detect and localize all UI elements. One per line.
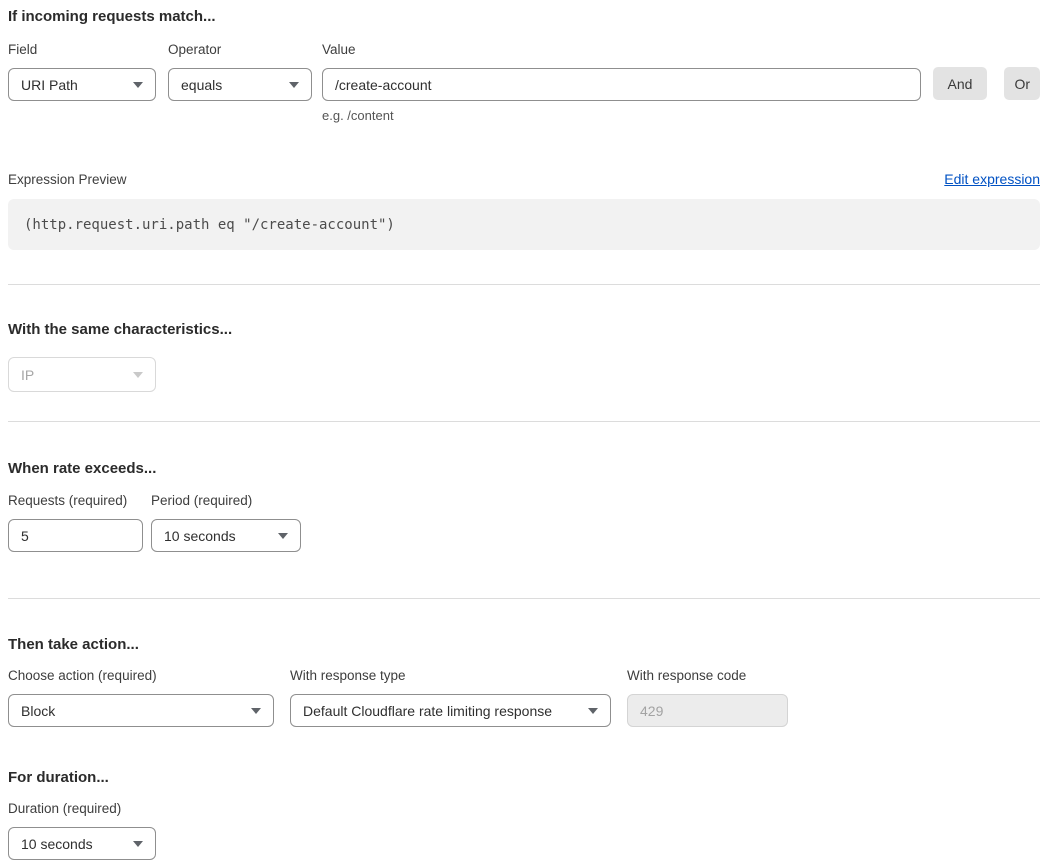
chevron-down-icon (251, 708, 261, 714)
expression-preview-code: (http.request.uri.path eq "/create-accou… (8, 199, 1040, 250)
response-type-label: With response type (290, 668, 611, 683)
section-divider (8, 421, 1040, 422)
duration-section: For duration... Duration (required) 10 s… (8, 769, 1040, 860)
value-hint: e.g. /content (322, 108, 921, 123)
period-select-value: 10 seconds (164, 528, 236, 544)
action-label: Choose action (required) (8, 668, 274, 683)
response-type-select-value: Default Cloudflare rate limiting respons… (303, 703, 552, 719)
response-code-input (627, 694, 788, 727)
chevron-down-icon (133, 372, 143, 378)
chevron-down-icon (133, 82, 143, 88)
period-label: Period (required) (151, 493, 301, 508)
period-column: Period (required) 10 seconds (151, 493, 301, 552)
chevron-down-icon (588, 708, 598, 714)
match-criteria-row: Field URI Path Operator equals Value e.g… (8, 42, 1040, 123)
section-divider (8, 284, 1040, 285)
value-column: Value e.g. /content (322, 42, 921, 123)
action-section: Then take action... Choose action (requi… (8, 636, 1040, 727)
operator-select[interactable]: equals (168, 68, 312, 101)
duration-column: Duration (required) 10 seconds (8, 801, 156, 860)
duration-select[interactable]: 10 seconds (8, 827, 156, 860)
chevron-down-icon (133, 841, 143, 847)
expression-preview-header: Expression Preview Edit expression (8, 171, 1040, 187)
and-button[interactable]: And (933, 67, 988, 100)
characteristic-select-value: IP (21, 367, 34, 383)
expression-preview-label: Expression Preview (8, 172, 127, 187)
rate-section: When rate exceeds... Requests (required)… (8, 460, 1040, 552)
match-section: If incoming requests match... Field URI … (8, 8, 1040, 250)
chevron-down-icon (278, 533, 288, 539)
field-label: Field (8, 42, 156, 57)
match-section-title: If incoming requests match... (8, 8, 1040, 25)
response-type-select[interactable]: Default Cloudflare rate limiting respons… (290, 694, 611, 727)
section-divider (8, 598, 1040, 599)
characteristic-select: IP (8, 357, 156, 392)
operator-select-value: equals (181, 77, 222, 93)
operator-label: Operator (168, 42, 312, 57)
value-label: Value (322, 42, 921, 57)
rate-row: Requests (required) Period (required) 10… (8, 493, 1040, 552)
duration-select-value: 10 seconds (21, 836, 93, 852)
edit-expression-link[interactable]: Edit expression (944, 171, 1040, 187)
field-column: Field URI Path (8, 42, 156, 101)
chevron-down-icon (289, 82, 299, 88)
requests-column: Requests (required) (8, 493, 143, 552)
operator-column: Operator equals (168, 42, 312, 101)
field-select-value: URI Path (21, 77, 78, 93)
duration-section-title: For duration... (8, 769, 1040, 786)
duration-label: Duration (required) (8, 801, 156, 816)
action-select-value: Block (21, 703, 55, 719)
response-code-label: With response code (627, 668, 788, 683)
requests-input[interactable] (8, 519, 143, 552)
action-row: Choose action (required) Block With resp… (8, 668, 1040, 727)
response-code-column: With response code (627, 668, 788, 727)
period-select[interactable]: 10 seconds (151, 519, 301, 552)
action-column: Choose action (required) Block (8, 668, 274, 727)
or-button[interactable]: Or (1004, 67, 1040, 100)
action-select[interactable]: Block (8, 694, 274, 727)
characteristics-section-title: With the same characteristics... (8, 321, 1040, 338)
field-select[interactable]: URI Path (8, 68, 156, 101)
value-input[interactable] (322, 68, 921, 101)
action-section-title: Then take action... (8, 636, 1040, 653)
rate-section-title: When rate exceeds... (8, 460, 1040, 477)
requests-label: Requests (required) (8, 493, 143, 508)
characteristics-section: With the same characteristics... IP (8, 321, 1040, 392)
response-type-column: With response type Default Cloudflare ra… (290, 668, 611, 727)
